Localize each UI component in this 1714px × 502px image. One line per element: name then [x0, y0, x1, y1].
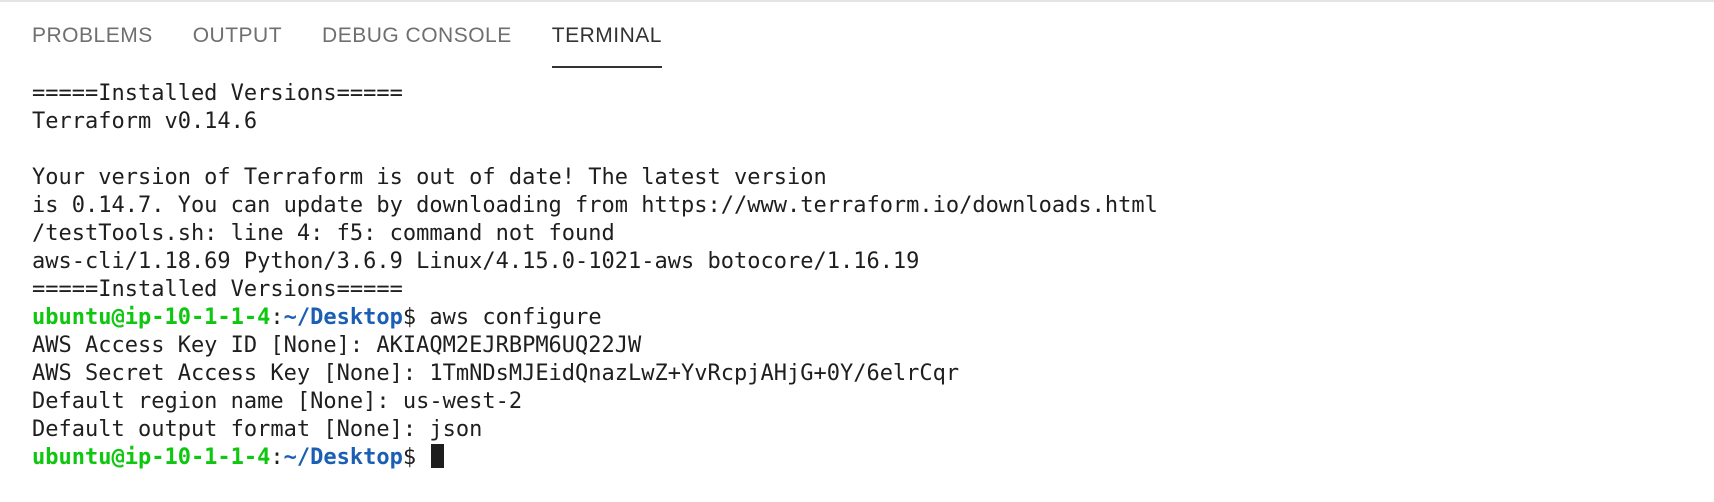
prompt-user-host: ubuntu@ip-10-1-1-4: [32, 445, 271, 470]
tab-problems[interactable]: PROBLEMS: [32, 24, 153, 68]
panel-tabs: PROBLEMS OUTPUT DEBUG CONSOLE TERMINAL: [32, 24, 702, 68]
prompt-line: ubuntu@ip-10-1-1-4:~/Desktop$ aws config…: [32, 304, 1694, 332]
prompt-colon: :: [270, 445, 284, 470]
prompt-path: ~/Desktop: [283, 445, 403, 470]
terminal-line: AWS Secret Access Key [None]: 1TmNDsMJEi…: [32, 361, 960, 386]
tab-output[interactable]: OUTPUT: [193, 24, 282, 68]
tab-debug-console[interactable]: DEBUG CONSOLE: [322, 24, 512, 68]
terminal-cursor: [431, 444, 445, 468]
tab-terminal[interactable]: TERMINAL: [551, 24, 663, 68]
terminal-line: Terraform v0.14.6: [32, 109, 258, 134]
terminal-line: Default region name [None]: us-west-2: [32, 389, 523, 414]
terminal-output[interactable]: =====Installed Versions===== Terraform v…: [32, 80, 1694, 502]
prompt-path: ~/Desktop: [283, 305, 403, 330]
prompt-command: aws configure: [429, 305, 602, 330]
terminal-panel: PROBLEMS OUTPUT DEBUG CONSOLE TERMINAL =…: [0, 0, 1714, 502]
terminal-line: AWS Access Key ID [None]: AKIAQM2EJRBPM6…: [32, 333, 642, 358]
terminal-line: Your version of Terraform is out of date…: [32, 165, 827, 190]
terminal-line: =====Installed Versions=====: [32, 277, 403, 302]
prompt-symbol: $: [402, 305, 430, 330]
terminal-line: is 0.14.7. You can update by downloading…: [32, 193, 1158, 218]
prompt-symbol: $: [402, 445, 430, 470]
prompt-user-host: ubuntu@ip-10-1-1-4: [32, 305, 271, 330]
terminal-line: Default output format [None]: json: [32, 417, 483, 442]
terminal-line: /testTools.sh: line 4: f5: command not f…: [32, 221, 615, 246]
prompt-colon: :: [270, 305, 284, 330]
terminal-line: =====Installed Versions=====: [32, 81, 403, 106]
prompt-line: ubuntu@ip-10-1-1-4:~/Desktop$: [32, 444, 1694, 472]
terminal-line: aws-cli/1.18.69 Python/3.6.9 Linux/4.15.…: [32, 249, 920, 274]
